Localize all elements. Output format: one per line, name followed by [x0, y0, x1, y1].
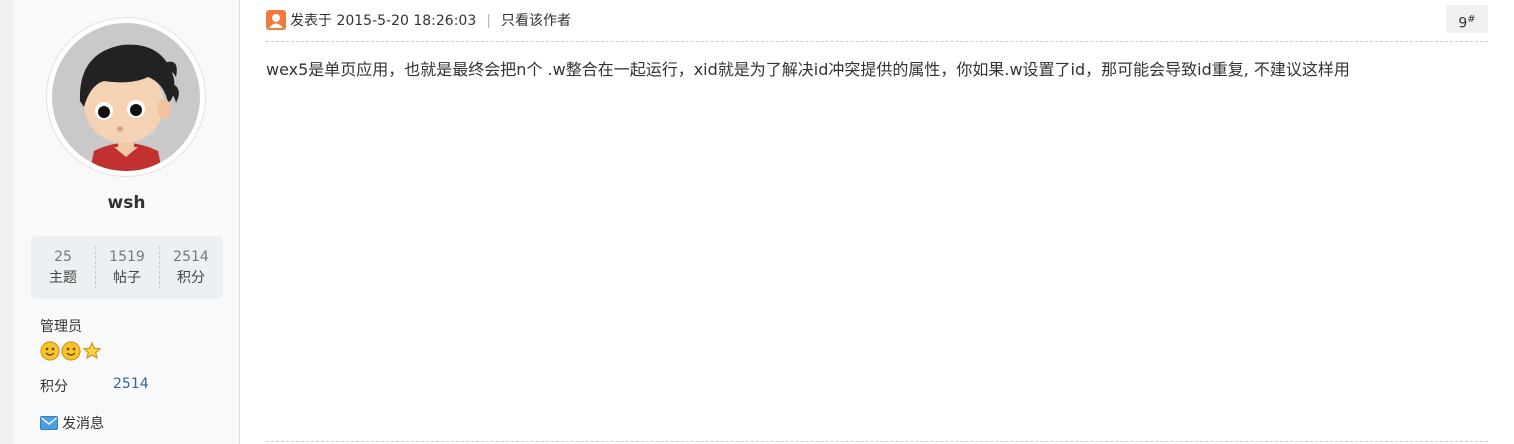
stat-threads-value: 25 — [54, 249, 72, 265]
author-medals — [40, 341, 102, 361]
stat-points[interactable]: 2514 积分 — [159, 236, 223, 299]
post-timestamp: 发表于 2015-5-20 18:26:03 — [290, 13, 477, 29]
post-content: wex5是单页应用，也就是最终会把n个 .w整合在一起运行，xid就是为了解决i… — [266, 60, 1350, 79]
smiley-medal-icon — [40, 341, 60, 361]
stat-posts-label: 帖子 — [113, 270, 141, 286]
author-points-value: 2514 — [113, 376, 149, 392]
send-message-label: 发消息 — [62, 416, 104, 432]
smiley-medal-icon — [61, 341, 81, 361]
author-stats: 25 主题 1519 帖子 2514 积分 — [31, 236, 223, 299]
stat-threads[interactable]: 25 主题 — [31, 236, 95, 299]
star-medal-icon — [82, 341, 102, 360]
header-separator: | — [486, 13, 491, 29]
stat-posts[interactable]: 1519 帖子 — [95, 236, 159, 299]
author-username[interactable]: wsh — [14, 193, 239, 213]
post-divider — [266, 441, 1488, 442]
avatar[interactable] — [46, 17, 206, 177]
floor-suffix: # — [1467, 14, 1476, 25]
author-role[interactable]: 管理员 — [40, 316, 82, 336]
floor-number: 9 — [1458, 15, 1468, 32]
user-icon — [266, 10, 286, 30]
author-points-label: 积分 — [40, 379, 68, 395]
stat-points-label: 积分 — [177, 270, 205, 286]
page-gutter — [0, 0, 14, 444]
author-sidebar: wsh 25 主题 1519 帖子 2514 积分 管理员 积分 2514 发消… — [14, 0, 240, 444]
stat-posts-value: 1519 — [109, 249, 145, 265]
view-author-only-link[interactable]: 只看该作者 — [501, 8, 571, 34]
stat-threads-label: 主题 — [49, 270, 77, 286]
avatar-cartoon-image — [52, 23, 200, 171]
post-header: 发表于 2015-5-20 18:26:03 | 只看该作者 9# — [266, 5, 1488, 42]
floor-number-badge[interactable]: 9# — [1446, 5, 1488, 33]
stat-points-value: 2514 — [173, 249, 209, 265]
envelope-icon — [40, 416, 58, 430]
send-message-button[interactable]: 发消息 — [40, 413, 104, 433]
